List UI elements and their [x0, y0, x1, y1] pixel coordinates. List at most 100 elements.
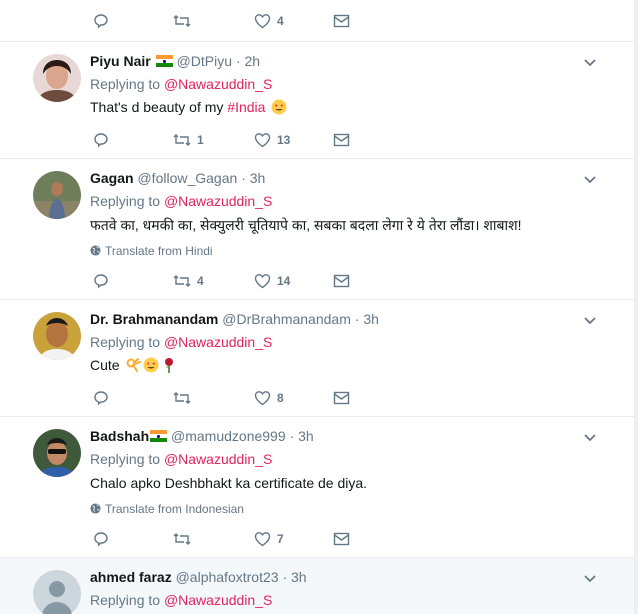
retweet-icon	[173, 533, 191, 545]
globe-icon	[90, 503, 101, 514]
username[interactable]: @alphafoxtrot23	[176, 569, 279, 585]
message-button[interactable]	[333, 132, 350, 148]
avatar[interactable]	[33, 54, 81, 102]
hashtag-link[interactable]: #India	[227, 99, 265, 115]
like-count: 14	[277, 274, 291, 288]
tweet-item[interactable]: Piyu Nair @DtPiyu · 2h Replying to @Nawa…	[0, 42, 634, 159]
like-count: 4	[277, 14, 284, 28]
reply-icon	[94, 532, 108, 547]
reply-icon	[94, 391, 108, 406]
display-name[interactable]: Piyu Nair	[90, 53, 151, 69]
avatar[interactable]	[33, 312, 81, 360]
avatar[interactable]	[33, 570, 81, 614]
chevron-down-icon[interactable]	[583, 433, 597, 443]
reply-button[interactable]	[93, 132, 109, 148]
reply-icon	[94, 274, 108, 289]
message-button[interactable]	[333, 13, 350, 29]
retweet-count: 4	[197, 274, 204, 288]
heart-icon	[254, 14, 271, 29]
like-button[interactable]: 7	[254, 531, 284, 547]
reply-button[interactable]	[93, 273, 109, 289]
tweet-header: ahmed faraz @alphafoxtrot23 · 3h	[90, 569, 307, 585]
like-count: 8	[277, 391, 284, 405]
retweet-button[interactable]	[173, 13, 191, 29]
retweet-count: 1	[197, 133, 204, 147]
chevron-down-icon[interactable]	[583, 175, 597, 185]
message-button[interactable]	[333, 531, 350, 547]
reply-timeline: 4 Piyu Nair @DtPiyu · 2h Replying to @Na…	[0, 0, 635, 614]
timestamp[interactable]: · 3h	[241, 170, 265, 186]
reply-button[interactable]	[93, 13, 109, 29]
display-name[interactable]: Badshah	[90, 428, 149, 444]
retweet-icon	[173, 275, 191, 287]
replying-to: Replying to @Nawazuddin_S	[90, 334, 273, 350]
retweet-button[interactable]	[173, 390, 191, 406]
avatar[interactable]	[33, 171, 81, 219]
partial-tweet-top: 4	[0, 0, 634, 42]
username[interactable]: @follow_Gagan	[137, 170, 237, 186]
envelope-icon	[333, 532, 350, 546]
heart-icon	[254, 391, 271, 406]
display-name[interactable]: Dr. Brahmanandam	[90, 311, 218, 327]
chevron-down-icon[interactable]	[583, 574, 597, 584]
replying-to: Replying to @Nawazuddin_S	[90, 193, 273, 209]
like-button[interactable]: 13	[254, 132, 290, 148]
tweet-text: Chalo apko Deshbhakt ka certificate de d…	[90, 475, 368, 491]
heart-eyes-emoji-icon	[143, 357, 159, 373]
tweet-item[interactable]: Gagan @follow_Gagan · 3h Replying to @Na…	[0, 159, 634, 300]
retweet-button[interactable]	[173, 531, 191, 547]
tweet-item[interactable]: Badshah @mamudzone999 · 3h Replying to @…	[0, 417, 634, 558]
retweet-icon	[173, 392, 191, 404]
tweet-text: Cute	[90, 357, 177, 373]
mention-link[interactable]: @Nawazuddin_S	[164, 592, 272, 608]
reply-button[interactable]	[93, 531, 109, 547]
reply-icon	[94, 14, 108, 29]
like-button[interactable]: 8	[254, 390, 284, 406]
heart-icon	[254, 274, 271, 289]
tweet-header: Gagan @follow_Gagan · 3h	[90, 170, 265, 186]
message-button[interactable]	[333, 273, 350, 289]
india-flag-icon	[155, 55, 173, 67]
like-count: 7	[277, 532, 284, 546]
retweet-button[interactable]: 4	[173, 273, 204, 289]
tweet-header: Piyu Nair @DtPiyu · 2h	[90, 53, 260, 69]
tweet-text: फतवे का, धमकी का, सेक्युलरी चूतियापे का,…	[90, 217, 522, 233]
like-count: 13	[277, 133, 291, 147]
timestamp[interactable]: · 3h	[282, 569, 306, 585]
display-name[interactable]: ahmed faraz	[90, 569, 172, 585]
translate-link[interactable]: Translate from Hindi	[90, 244, 213, 258]
like-button[interactable]: 4	[254, 13, 284, 29]
ok-hand-emoji-icon	[126, 358, 142, 372]
timestamp[interactable]: · 3h	[290, 428, 314, 444]
envelope-icon	[333, 14, 350, 28]
timestamp[interactable]: · 3h	[355, 311, 379, 327]
retweet-button[interactable]: 1	[173, 132, 204, 148]
retweet-icon	[173, 134, 191, 146]
username[interactable]: @DtPiyu	[177, 53, 232, 69]
mention-link[interactable]: @Nawazuddin_S	[164, 193, 272, 209]
globe-icon	[90, 245, 101, 256]
envelope-icon	[333, 391, 350, 405]
chevron-down-icon[interactable]	[583, 316, 597, 326]
mention-link[interactable]: @Nawazuddin_S	[164, 76, 272, 92]
username[interactable]: @DrBrahmanandam	[222, 311, 351, 327]
tweet-item[interactable]: Dr. Brahmanandam @DrBrahmanandam · 3h Re…	[0, 300, 634, 417]
display-name[interactable]: Gagan	[90, 170, 134, 186]
heart-icon	[254, 532, 271, 547]
avatar[interactable]	[33, 429, 81, 477]
mention-link[interactable]: @Nawazuddin_S	[164, 334, 272, 350]
reply-button[interactable]	[93, 390, 109, 406]
rose-emoji-icon	[165, 358, 174, 373]
translate-link[interactable]: Translate from Indonesian	[90, 502, 244, 516]
message-button[interactable]	[333, 390, 350, 406]
reply-icon	[94, 133, 108, 148]
timestamp[interactable]: · 2h	[236, 53, 260, 69]
heart-icon	[254, 133, 271, 148]
tweet-header: Dr. Brahmanandam @DrBrahmanandam · 3h	[90, 311, 379, 327]
chevron-down-icon[interactable]	[583, 58, 597, 68]
tweet-item[interactable]: ahmed faraz @alphafoxtrot23 · 3h Replyin…	[0, 558, 634, 614]
username[interactable]: @mamudzone999	[171, 428, 286, 444]
mention-link[interactable]: @Nawazuddin_S	[164, 451, 272, 467]
like-button[interactable]: 14	[254, 273, 290, 289]
india-flag-icon	[150, 430, 168, 442]
